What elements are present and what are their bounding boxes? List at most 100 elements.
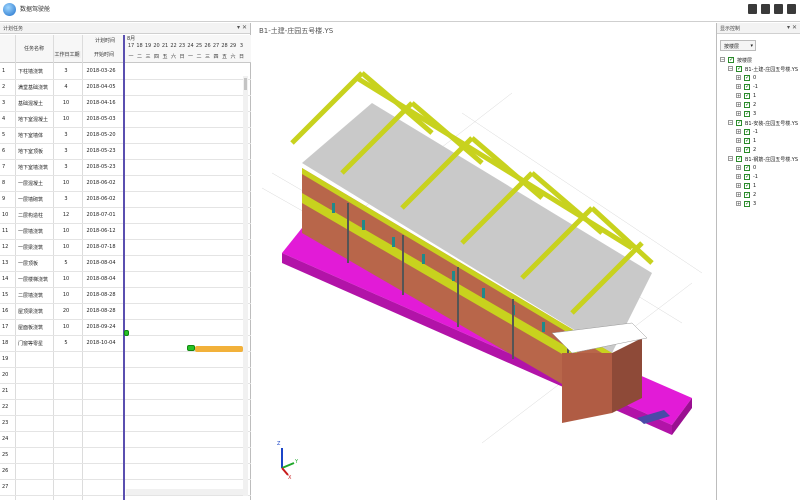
visibility-checkbox[interactable] [744, 128, 750, 135]
tree-node[interactable]: − B1-安装-庄园五号楼.YS [720, 119, 800, 128]
visibility-checkbox[interactable] [744, 173, 750, 180]
expand-toggle-icon[interactable]: + [736, 75, 741, 80]
expand-toggle-icon[interactable]: + [736, 84, 741, 89]
table-row[interactable]: 8 一层混凝土 10 2018-06-02 [0, 176, 251, 192]
table-row[interactable]: 3 基础混凝土 10 2018-04-16 [0, 96, 251, 112]
gantt-bar[interactable] [124, 330, 129, 336]
horizontal-scrollbar[interactable] [126, 489, 246, 495]
col-work-days[interactable]: 工作日工期 [53, 51, 81, 58]
cell-date: 2018-06-02 [86, 196, 116, 202]
layers-icon[interactable] [787, 4, 796, 14]
table-row[interactable]: 26 [0, 464, 251, 480]
cell-name: 一层混凝土 [18, 181, 44, 187]
tree-node[interactable]: +1 [720, 92, 800, 101]
gantt-bar-start[interactable] [187, 345, 195, 351]
table-row[interactable]: 21 [0, 384, 251, 400]
expand-toggle-icon[interactable]: + [736, 165, 741, 170]
table-row[interactable]: 13 一层顶板 5 2018-08-04 [0, 256, 251, 272]
expand-toggle-icon[interactable]: + [736, 201, 741, 206]
copy-icon[interactable] [761, 4, 770, 14]
table-row[interactable]: 25 [0, 448, 251, 464]
visibility-checkbox[interactable] [744, 164, 750, 171]
table-row[interactable]: 20 [0, 368, 251, 384]
visibility-checkbox[interactable] [736, 65, 742, 72]
pin-icon[interactable]: ▾ ✕ [237, 24, 247, 31]
model-viewport[interactable]: B1-土建-庄园五号楼.YS Z Y X [252, 23, 715, 500]
visibility-checkbox[interactable] [744, 137, 750, 144]
table-row[interactable]: 15 二层墙浇筑 10 2018-08-28 [0, 288, 251, 304]
pin-icon[interactable]: ▾ ✕ [787, 24, 797, 31]
visibility-checkbox[interactable] [736, 119, 742, 126]
building-model[interactable] [252, 23, 715, 500]
group-by-dropdown[interactable]: 按楼层 ▾ [720, 40, 756, 51]
visibility-checkbox[interactable] [744, 83, 750, 90]
visibility-checkbox[interactable] [744, 200, 750, 207]
expand-toggle-icon[interactable]: + [736, 129, 741, 134]
tree-node[interactable]: +2 [720, 191, 800, 200]
document-icon[interactable] [774, 4, 783, 14]
expand-toggle-icon[interactable]: + [736, 147, 741, 152]
table-row[interactable]: 7 地下室墙浇筑 3 2018-05-23 [0, 160, 251, 176]
tree-node[interactable]: +3 [720, 200, 800, 209]
table-row[interactable]: 23 [0, 416, 251, 432]
gantt-bar[interactable] [195, 346, 243, 352]
table-row[interactable]: 1 下柱墙浇筑 3 2018-03-26 [0, 64, 251, 80]
table-row[interactable]: 14 一层楼梯浇筑 10 2018-08-04 [0, 272, 251, 288]
cell-idx: 16 [2, 308, 9, 314]
table-row[interactable]: 19 [0, 352, 251, 368]
visibility-checkbox[interactable] [744, 182, 750, 189]
vertical-scrollbar[interactable] [243, 76, 248, 496]
visibility-checkbox[interactable] [744, 110, 750, 117]
expand-toggle-icon[interactable]: + [736, 102, 741, 107]
chevron-down-icon: ▾ [750, 43, 753, 49]
tree-node[interactable]: + -1 [720, 173, 800, 182]
expand-toggle-icon[interactable]: + [736, 174, 741, 179]
tree-node[interactable]: +0 [720, 74, 800, 83]
visibility-checkbox[interactable] [744, 74, 750, 81]
table-row[interactable]: 24 [0, 432, 251, 448]
tree-node[interactable]: − 按楼层 [720, 56, 800, 65]
table-row[interactable]: 6 地下室顶板 3 2018-05-23 [0, 144, 251, 160]
visibility-checkbox[interactable] [744, 92, 750, 99]
expand-toggle-icon[interactable]: + [736, 138, 741, 143]
tree-node[interactable]: − B1-土建-庄园五号楼.YS [720, 65, 800, 74]
cell-idx: 11 [2, 228, 9, 234]
visibility-checkbox[interactable] [736, 155, 742, 162]
tree-node[interactable]: +2 [720, 101, 800, 110]
tree-node[interactable]: +2 [720, 146, 800, 155]
tree-node[interactable]: + -1 [720, 83, 800, 92]
table-row[interactable]: 16 屋顶梁浇筑 20 2018-08-28 [0, 304, 251, 320]
expand-toggle-icon[interactable]: + [736, 183, 741, 188]
expand-toggle-icon[interactable]: − [720, 57, 725, 62]
tree-node[interactable]: +1 [720, 137, 800, 146]
save-icon[interactable] [748, 4, 757, 14]
tree-node[interactable]: +1 [720, 182, 800, 191]
expand-toggle-icon[interactable]: + [736, 192, 741, 197]
table-row[interactable]: 9 一层墙砌筑 3 2018-06-02 [0, 192, 251, 208]
expand-toggle-icon[interactable]: + [736, 111, 741, 116]
weekday-label: 三 [204, 54, 210, 60]
weekday-label: 二 [136, 54, 142, 60]
visibility-checkbox[interactable] [744, 146, 750, 153]
col-start-time[interactable]: 开始时间 [84, 51, 124, 58]
tree-node[interactable]: +3 [720, 110, 800, 119]
expand-toggle-icon[interactable]: − [728, 156, 733, 161]
expand-toggle-icon[interactable]: + [736, 93, 741, 98]
table-row[interactable]: 4 地下室混凝土 10 2018-05-03 [0, 112, 251, 128]
col-task-name[interactable]: 任务名称 [14, 45, 54, 52]
visibility-checkbox[interactable] [728, 56, 734, 63]
tree-node-label: -1 [753, 84, 758, 90]
table-row[interactable]: 10 二层构造柱 12 2018-07-01 [0, 208, 251, 224]
tree-node[interactable]: +0 [720, 164, 800, 173]
tree-node[interactable]: + -1 [720, 128, 800, 137]
table-row[interactable]: 22 [0, 400, 251, 416]
expand-toggle-icon[interactable]: − [728, 66, 733, 71]
tree-node[interactable]: − B1-钢筋-庄园五号楼.YS [720, 155, 800, 164]
table-row[interactable]: 11 一层墙浇筑 10 2018-06-12 [0, 224, 251, 240]
visibility-checkbox[interactable] [744, 191, 750, 198]
visibility-checkbox[interactable] [744, 101, 750, 108]
table-row[interactable]: 12 一层梁浇筑 10 2018-07-18 [0, 240, 251, 256]
expand-toggle-icon[interactable]: − [728, 120, 733, 125]
table-row[interactable]: 2 满堂基础浇筑 4 2018-04-05 [0, 80, 251, 96]
table-row[interactable]: 5 地下室墙体 3 2018-05-20 [0, 128, 251, 144]
